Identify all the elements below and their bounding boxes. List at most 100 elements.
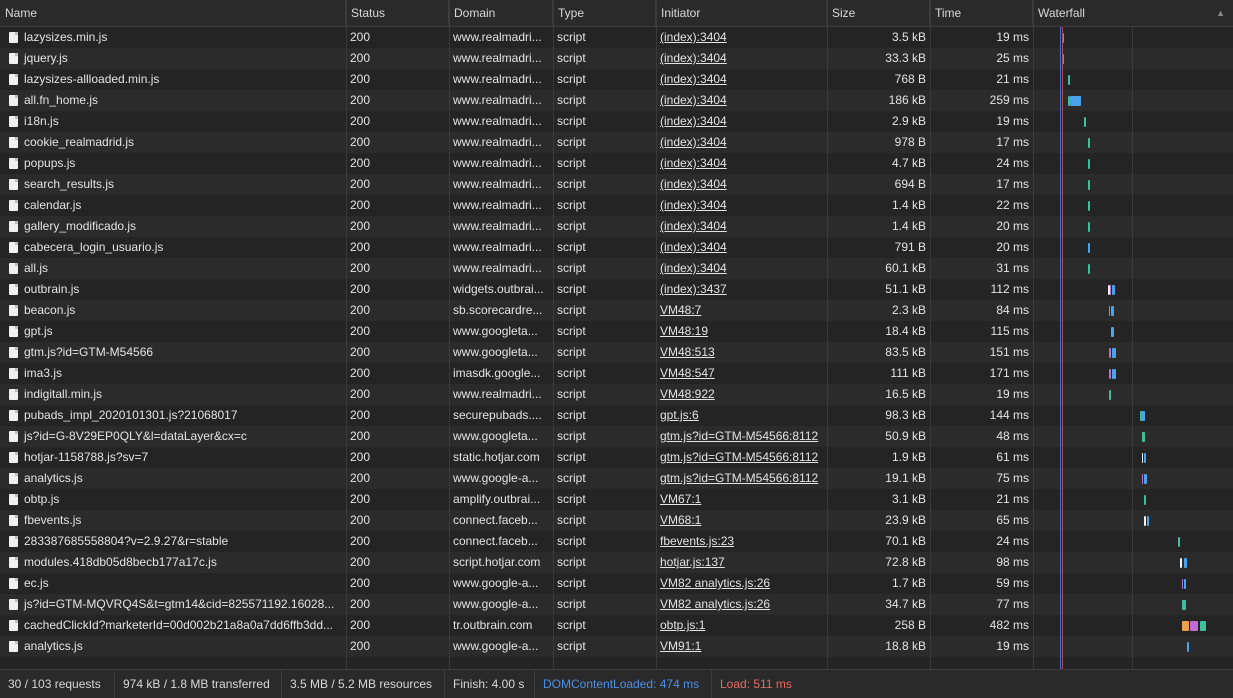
waterfall-bar[interactable]: [1180, 558, 1183, 568]
waterfall-bar[interactable]: [1088, 201, 1091, 211]
waterfall-bar[interactable]: [1109, 369, 1112, 379]
request-row[interactable]: ima3.js 200 imasdk.google... script VM48:547…: [0, 363, 1233, 384]
request-initiator[interactable]: (index):3404: [660, 261, 727, 275]
request-row[interactable]: lazysizes.min.js 200 www.realmadri... scrip…: [0, 27, 1233, 48]
waterfall-bar[interactable]: [1112, 327, 1115, 337]
request-row[interactable]: fbevents.js 200 connect.faceb... script VM68…: [0, 510, 1233, 531]
request-initiator[interactable]: hotjar.js:137: [660, 555, 725, 569]
request-initiator[interactable]: (index):3437: [660, 282, 727, 296]
column-header-initiator[interactable]: Initiator: [656, 0, 827, 27]
request-row[interactable]: gpt.js 200 www.googleta... script VM48:19 18.…: [0, 321, 1233, 342]
request-initiator[interactable]: fbevents.js:23: [660, 534, 734, 548]
request-initiator-cell[interactable]: (index):3404: [656, 132, 827, 153]
request-initiator[interactable]: VM82 analytics.js:26: [660, 576, 770, 590]
request-initiator[interactable]: gtm.js?id=GTM-M54566:8112: [660, 450, 818, 464]
request-initiator-cell[interactable]: VM68:1: [656, 510, 827, 531]
column-header-name[interactable]: Name: [0, 0, 346, 27]
request-initiator-cell[interactable]: (index):3404: [656, 153, 827, 174]
waterfall-bar[interactable]: [1111, 285, 1115, 295]
request-initiator[interactable]: (index):3404: [660, 219, 727, 233]
request-initiator-cell[interactable]: VM67:1: [656, 489, 827, 510]
request-initiator-cell[interactable]: gtm.js?id=GTM-M54566:8112: [656, 468, 827, 489]
waterfall-bar[interactable]: [1141, 411, 1146, 421]
waterfall-bar[interactable]: [1178, 537, 1180, 547]
request-row[interactable]: hotjar-1158788.js?sv=7 200 static.hotjar.c…: [0, 447, 1233, 468]
request-row[interactable]: beacon.js 200 sb.scorecardre... script VM48:…: [0, 300, 1233, 321]
waterfall-bar[interactable]: [1183, 579, 1186, 589]
request-row[interactable]: calendar.js 200 www.realmadri... script (ind…: [0, 195, 1233, 216]
request-initiator[interactable]: VM48:547: [660, 366, 715, 380]
waterfall-bar[interactable]: [1142, 474, 1143, 484]
request-initiator-cell[interactable]: (index):3404: [656, 69, 827, 90]
column-header-time[interactable]: Time: [930, 0, 1033, 27]
request-initiator[interactable]: gpt.js:6: [660, 408, 699, 422]
request-initiator[interactable]: (index):3404: [660, 30, 727, 44]
waterfall-bar[interactable]: [1083, 117, 1086, 127]
sort-ascending-icon[interactable]: ▲: [1216, 0, 1225, 27]
waterfall-bar[interactable]: [1088, 138, 1091, 148]
request-initiator-cell[interactable]: (index):3404: [656, 111, 827, 132]
request-row[interactable]: lazysizes-allloaded.min.js 200 www.realmad…: [0, 69, 1233, 90]
request-row[interactable]: analytics.js 200 www.google-a... script VM91…: [0, 636, 1233, 657]
request-initiator[interactable]: VM68:1: [660, 513, 701, 527]
waterfall-bar[interactable]: [1143, 474, 1147, 484]
request-initiator[interactable]: gtm.js?id=GTM-M54566:8112: [660, 471, 818, 485]
request-initiator-cell[interactable]: (index):3404: [656, 90, 827, 111]
waterfall-bar[interactable]: [1200, 621, 1207, 631]
waterfall-bar[interactable]: [1088, 159, 1091, 169]
request-initiator[interactable]: VM48:7: [660, 303, 701, 317]
waterfall-bar[interactable]: [1143, 453, 1146, 463]
request-initiator-cell[interactable]: gtm.js?id=GTM-M54566:8112: [656, 426, 827, 447]
request-initiator[interactable]: VM48:513: [660, 345, 715, 359]
request-initiator-cell[interactable]: hotjar.js:137: [656, 552, 827, 573]
waterfall-bar[interactable]: [1190, 621, 1198, 631]
request-initiator[interactable]: gtm.js?id=GTM-M54566:8112: [660, 429, 818, 443]
waterfall-bar[interactable]: [1182, 621, 1189, 631]
waterfall-bar[interactable]: [1068, 75, 1071, 85]
request-initiator-cell[interactable]: gpt.js:6: [656, 405, 827, 426]
waterfall-bar[interactable]: [1109, 390, 1112, 400]
request-row[interactable]: js?id=G-8V29EP0QLY&l=dataLayer&cx=c 200 ww…: [0, 426, 1233, 447]
column-header-waterfall[interactable]: Waterfall ▲: [1033, 0, 1233, 27]
waterfall-bar[interactable]: [1088, 180, 1091, 190]
request-initiator[interactable]: (index):3404: [660, 51, 727, 65]
request-row[interactable]: analytics.js 200 www.google-a... script gtm.…: [0, 468, 1233, 489]
request-initiator[interactable]: obtp.js:1: [660, 618, 705, 632]
request-initiator-cell[interactable]: (index):3404: [656, 237, 827, 258]
request-initiator-cell[interactable]: VM82 analytics.js:26: [656, 594, 827, 615]
waterfall-bar[interactable]: [1110, 306, 1114, 316]
request-initiator[interactable]: VM48:19: [660, 324, 708, 338]
request-initiator[interactable]: (index):3404: [660, 177, 727, 191]
request-row[interactable]: gtm.js?id=GTM-M54566 200 www.googleta... sc…: [0, 342, 1233, 363]
request-initiator-cell[interactable]: gtm.js?id=GTM-M54566:8112: [656, 447, 827, 468]
request-row[interactable]: popups.js 200 www.realmadri... script (index…: [0, 153, 1233, 174]
request-row[interactable]: pubads_impl_2020101301.js?21068017 200 sec…: [0, 405, 1233, 426]
request-initiator[interactable]: (index):3404: [660, 156, 727, 170]
request-initiator-cell[interactable]: (index):3404: [656, 174, 827, 195]
request-initiator-cell[interactable]: fbevents.js:23: [656, 531, 827, 552]
request-row[interactable]: js?id=GTM-MQVRQ4S&t=gtm14&cid=825571192.…: [0, 594, 1233, 615]
request-initiator-cell[interactable]: (index):3404: [656, 48, 827, 69]
request-initiator[interactable]: VM48:922: [660, 387, 715, 401]
request-initiator[interactable]: (index):3404: [660, 72, 727, 86]
request-initiator-cell[interactable]: VM82 analytics.js:26: [656, 573, 827, 594]
column-header-status[interactable]: Status: [346, 0, 449, 27]
request-initiator[interactable]: (index):3404: [660, 198, 727, 212]
request-initiator-cell[interactable]: (index):3437: [656, 279, 827, 300]
request-initiator-cell[interactable]: (index):3404: [656, 27, 827, 48]
column-header-size[interactable]: Size: [827, 0, 930, 27]
request-initiator-cell[interactable]: VM48:7: [656, 300, 827, 321]
request-row[interactable]: all.js 200 www.realmadri... script (index):3…: [0, 258, 1233, 279]
request-initiator[interactable]: VM67:1: [660, 492, 701, 506]
column-header-domain[interactable]: Domain: [449, 0, 553, 27]
request-initiator[interactable]: (index):3404: [660, 240, 727, 254]
request-row[interactable]: indigitall.min.js 200 www.realmadri... scri…: [0, 384, 1233, 405]
request-row[interactable]: gallery_modificado.js 200 www.realmadri...…: [0, 216, 1233, 237]
request-initiator[interactable]: VM91:1: [660, 639, 701, 653]
request-initiator[interactable]: (index):3404: [660, 93, 727, 107]
waterfall-bar[interactable]: [1088, 222, 1091, 232]
request-row[interactable]: search_results.js 200 www.realmadri... scri…: [0, 174, 1233, 195]
request-initiator-cell[interactable]: VM48:547: [656, 363, 827, 384]
request-row[interactable]: modules.418db05d8becb177a17c.js 200 script…: [0, 552, 1233, 573]
waterfall-bar[interactable]: [1111, 369, 1116, 379]
